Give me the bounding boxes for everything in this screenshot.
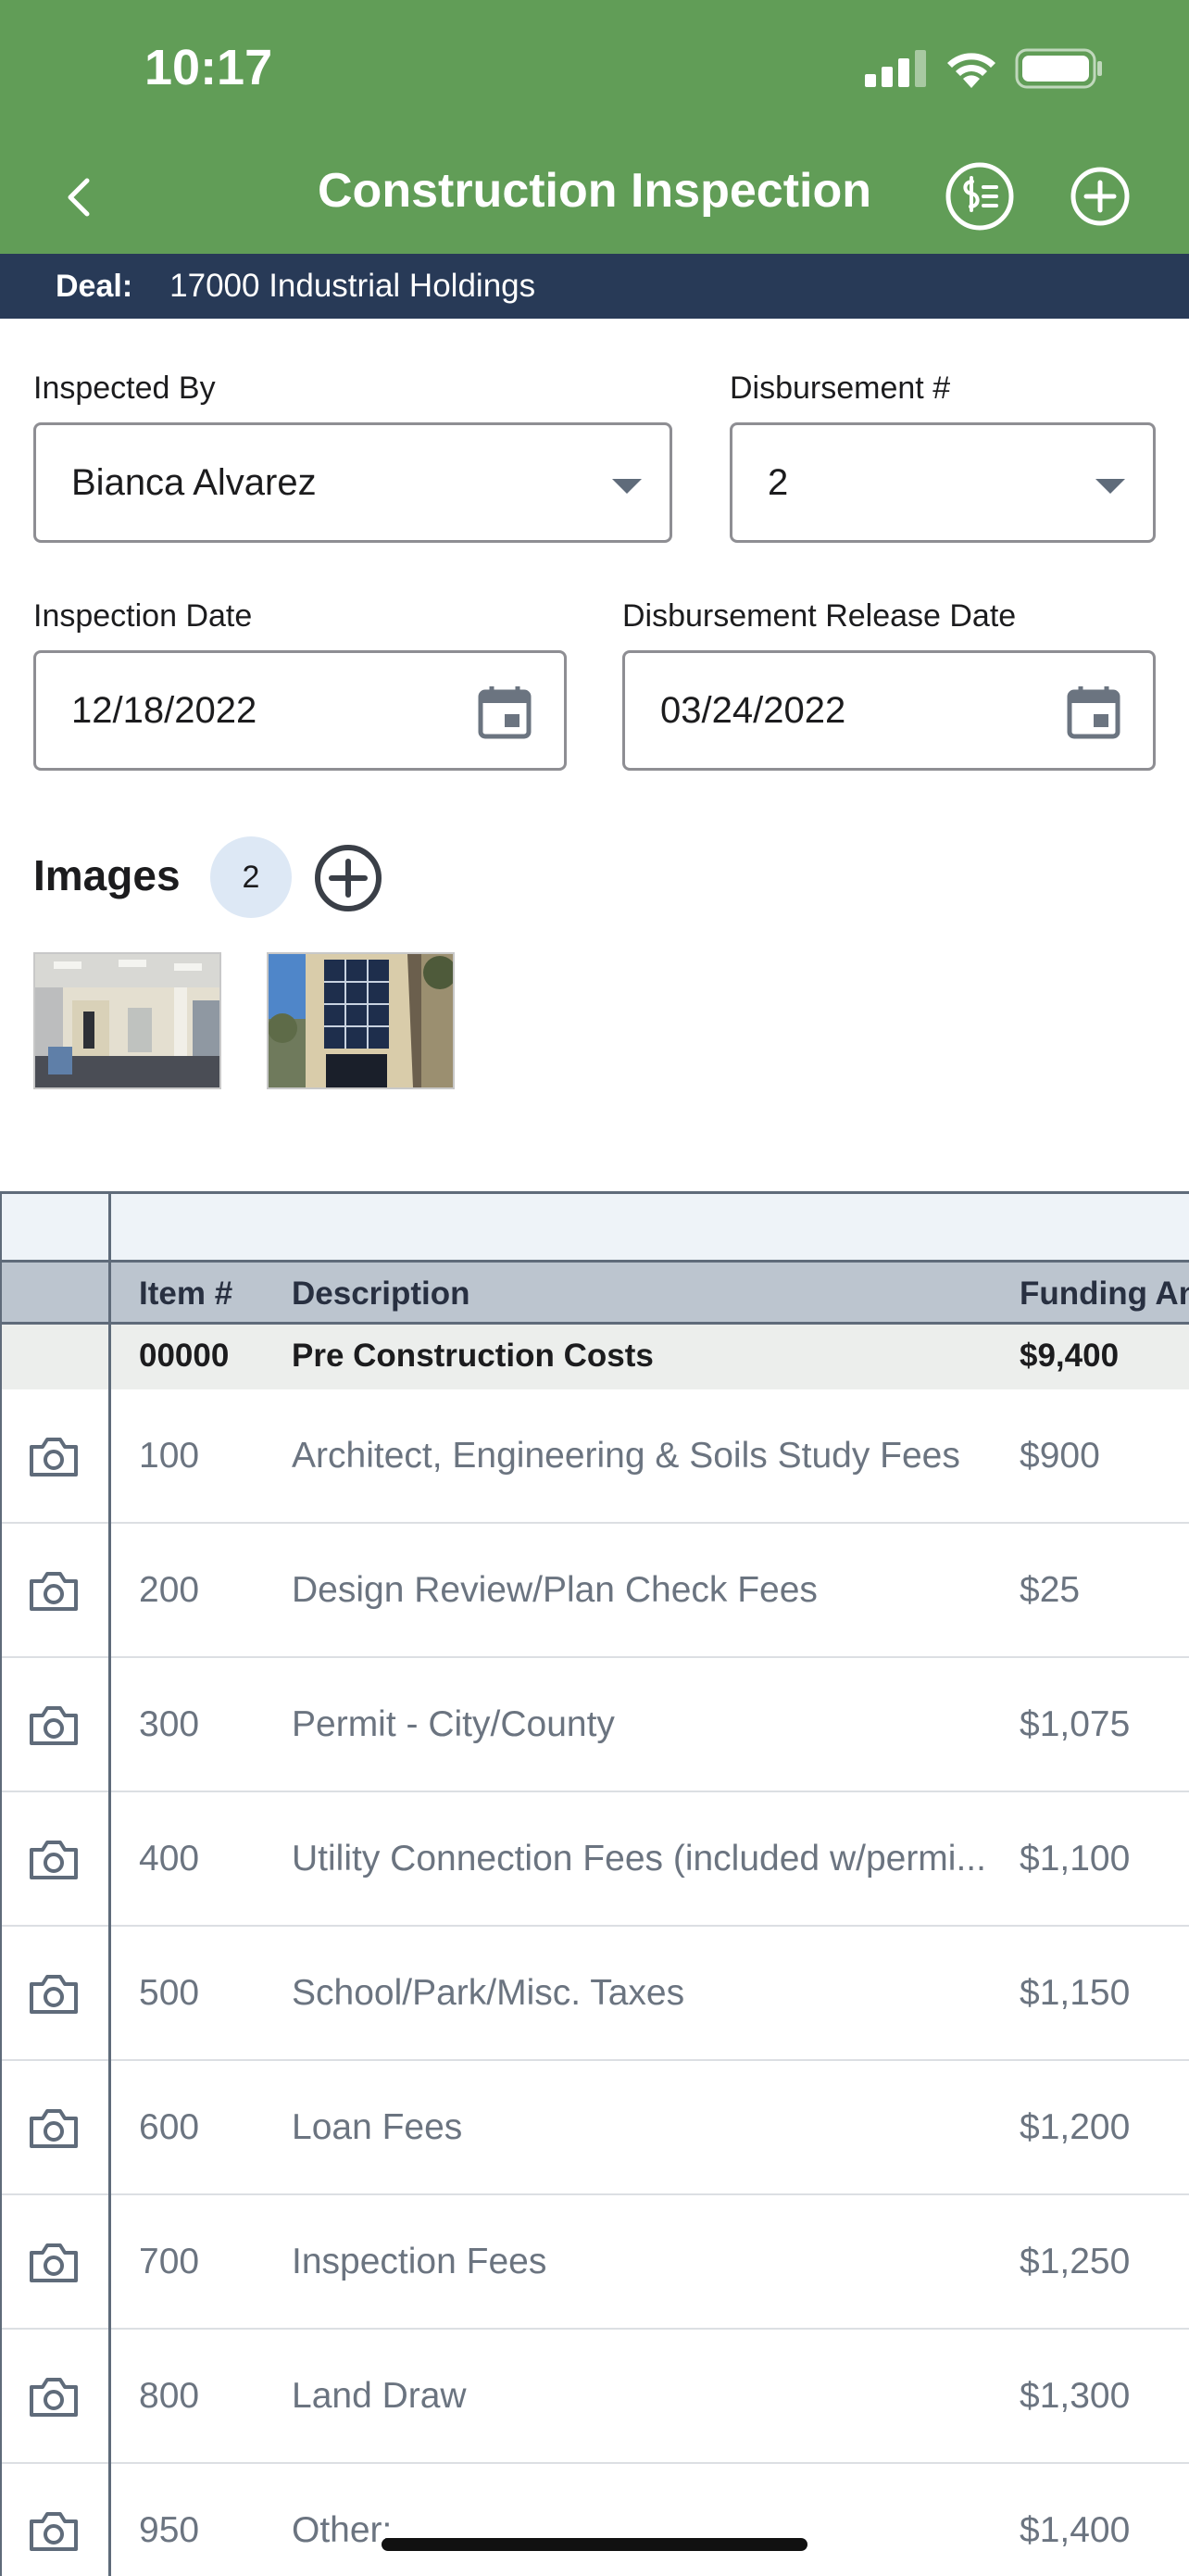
inspected-by-value: Bianca Alvarez: [71, 461, 317, 503]
table-header-row: Item # Description Funding An: [0, 1260, 1189, 1325]
row-item-number: 700: [139, 2242, 200, 2281]
wifi-icon: [947, 53, 995, 88]
group-funding-amount: $9,400: [1020, 1338, 1120, 1374]
inspection-date-value: 12/18/2022: [71, 689, 257, 731]
inspected-by-select[interactable]: Bianca Alvarez: [33, 422, 672, 543]
table-row[interactable]: 500 School/Park/Misc. Taxes $1,150: [0, 1927, 1189, 2061]
camera-icon[interactable]: [28, 1570, 80, 1613]
status-bar: 10:17: [0, 0, 1189, 139]
table-column-divider: [108, 1194, 111, 2576]
disbursement-number-label: Disbursement #: [730, 371, 951, 406]
dollar-list-icon: [945, 162, 1014, 231]
row-funding-amount: $900: [1020, 1436, 1100, 1476]
row-description: Other:: [292, 2510, 393, 2550]
header-description: Description: [292, 1275, 470, 1312]
row-funding-amount: $1,250: [1020, 2242, 1131, 2281]
deal-bar: Deal: 17000 Industrial Holdings: [0, 254, 1189, 319]
camera-icon[interactable]: [28, 2510, 80, 2553]
image-thumbnail-office-interior[interactable]: [33, 952, 221, 1089]
row-item-number: 400: [139, 1839, 200, 1879]
battery-icon: [1015, 48, 1102, 89]
table-row[interactable]: 400 Utility Connection Fees (included w/…: [0, 1792, 1189, 1927]
camera-icon[interactable]: [28, 1973, 80, 2016]
table-left-border: [0, 1194, 2, 2576]
release-date-label: Disbursement Release Date: [622, 598, 1017, 634]
table-row[interactable]: 100 Architect, Engineering & Soils Study…: [0, 1389, 1189, 1524]
camera-icon[interactable]: [28, 1704, 80, 1747]
row-item-number: 950: [139, 2510, 200, 2550]
table-row[interactable]: 600 Loan Fees $1,200: [0, 2061, 1189, 2195]
plus-circle-icon: [1070, 167, 1130, 226]
table-group-row: 00000 Pre Construction Costs $9,400: [0, 1325, 1189, 1389]
row-funding-amount: $1,400: [1020, 2510, 1131, 2550]
table-row[interactable]: 800 Land Draw $1,300: [0, 2330, 1189, 2464]
status-time: 10:17: [144, 40, 273, 95]
add-image-icon[interactable]: [313, 843, 383, 913]
row-description: Design Review/Plan Check Fees: [292, 1570, 818, 1610]
camera-icon[interactable]: [28, 2376, 80, 2419]
row-description: Inspection Fees: [292, 2242, 547, 2281]
release-date-field[interactable]: 03/24/2022: [622, 650, 1156, 771]
row-funding-amount: $1,075: [1020, 1704, 1131, 1744]
row-item-number: 200: [139, 1570, 200, 1610]
camera-icon[interactable]: [28, 2242, 80, 2284]
office-interior-photo: [35, 954, 219, 1087]
calendar-icon[interactable]: [1066, 685, 1121, 740]
header-funding-amount: Funding An: [1020, 1275, 1189, 1312]
table-row[interactable]: 300 Permit - City/County $1,075: [0, 1658, 1189, 1792]
camera-icon[interactable]: [28, 2107, 80, 2150]
group-item-number: 00000: [139, 1338, 230, 1374]
group-description: Pre Construction Costs: [292, 1338, 654, 1374]
inspection-date-field[interactable]: 12/18/2022: [33, 650, 567, 771]
disbursement-list-button[interactable]: [941, 157, 1019, 235]
home-indicator[interactable]: [382, 2538, 807, 2551]
row-funding-amount: $1,150: [1020, 1973, 1131, 2013]
row-description: Permit - City/County: [292, 1704, 615, 1744]
row-funding-amount: $1,200: [1020, 2107, 1131, 2147]
row-funding-amount: $25: [1020, 1570, 1081, 1610]
row-funding-amount: $1,300: [1020, 2376, 1131, 2416]
inspection-date-label: Inspection Date: [33, 598, 253, 634]
caret-down-icon: [1095, 479, 1125, 494]
row-item-number: 600: [139, 2107, 200, 2147]
cost-items-table: Item # Description Funding An 00000 Pre …: [0, 1191, 1189, 2576]
row-item-number: 800: [139, 2376, 200, 2416]
inspected-by-label: Inspected By: [33, 371, 216, 406]
caret-down-icon: [612, 479, 642, 494]
deal-label: Deal:: [56, 268, 133, 304]
building-exterior-photo: [269, 954, 453, 1087]
camera-icon[interactable]: [28, 1436, 80, 1478]
table-row[interactable]: 950 Other: $1,400: [0, 2464, 1189, 2576]
row-item-number: 500: [139, 1973, 200, 2013]
add-button[interactable]: [1061, 157, 1139, 235]
row-description: Loan Fees: [292, 2107, 463, 2147]
deal-name: 17000 Industrial Holdings: [169, 268, 536, 304]
calendar-icon[interactable]: [477, 685, 532, 740]
row-item-number: 100: [139, 1436, 200, 1476]
image-thumbnail-building-exterior[interactable]: [267, 952, 455, 1089]
status-icons: [865, 48, 1104, 89]
header-item-number: Item #: [139, 1275, 233, 1312]
table-toolbar-band: [0, 1194, 1189, 1260]
images-title: Images: [33, 851, 181, 899]
disbursement-number-select[interactable]: 2: [730, 422, 1156, 543]
row-item-number: 300: [139, 1704, 200, 1744]
table-row[interactable]: 700 Inspection Fees $1,250: [0, 2195, 1189, 2330]
release-date-value: 03/24/2022: [660, 689, 846, 731]
row-description: Architect, Engineering & Soils Study Fee…: [292, 1436, 960, 1476]
navigation-bar: Construction Inspection: [0, 139, 1189, 254]
row-funding-amount: $1,100: [1020, 1839, 1131, 1879]
table-row[interactable]: 200 Design Review/Plan Check Fees $25: [0, 1524, 1189, 1658]
row-description: Land Draw: [292, 2376, 467, 2416]
cellular-signal-icon: [865, 50, 926, 87]
disbursement-number-value: 2: [768, 461, 789, 503]
row-description: Utility Connection Fees (included w/perm…: [292, 1839, 986, 1879]
row-description: School/Park/Misc. Taxes: [292, 1973, 685, 2013]
camera-icon[interactable]: [28, 1839, 80, 1881]
images-count-badge: 2: [210, 836, 292, 918]
